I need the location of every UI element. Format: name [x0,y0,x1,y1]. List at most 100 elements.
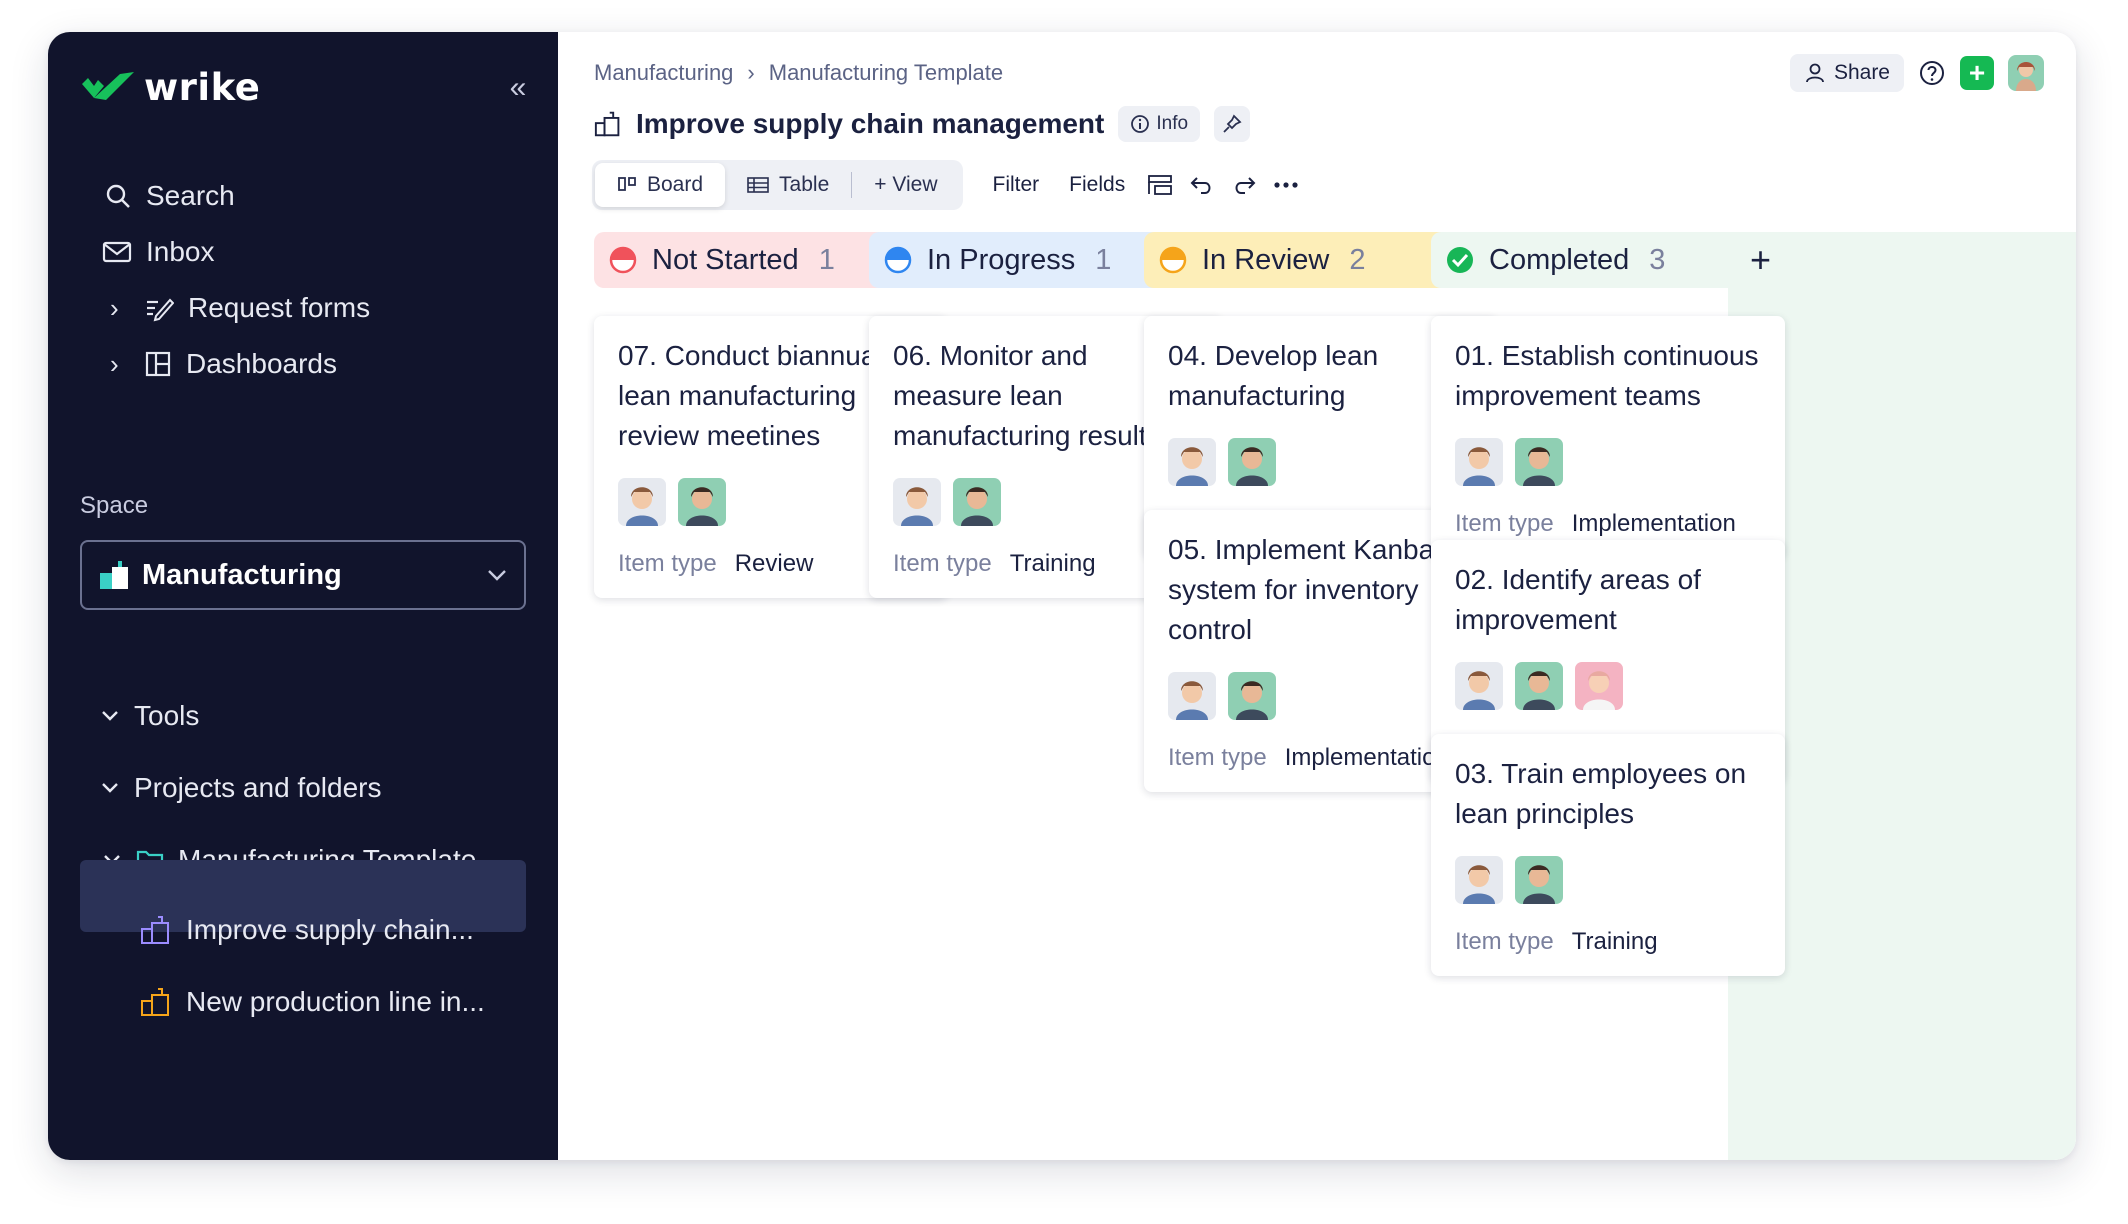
breadcrumb-item[interactable]: Manufacturing [594,60,733,86]
column-title: In Review [1202,243,1330,276]
assignee-avatar[interactable] [1455,438,1503,486]
breadcrumb-item[interactable]: Manufacturing Template [769,60,1003,86]
column-completed: Completed 3 +01. Establish continuous impr… [1431,232,1785,1132]
share-button[interactable]: Share [1789,54,1904,92]
app-window: wrike « Search Inbox › Request forms › D… [48,32,2076,1160]
group-icon[interactable] [1147,174,1173,196]
section-tools[interactable]: Tools [100,700,199,732]
collapse-sidebar-icon[interactable]: « [500,70,536,106]
tree-item-label: New production line in... [186,986,485,1017]
assignee-avatar[interactable] [1515,856,1563,904]
meta-key: Item type [893,550,992,577]
chevron-down-icon [102,711,118,721]
assignee-avatar[interactable] [1168,672,1216,720]
chevron-down-icon [102,783,118,793]
meta-value: Review [734,550,814,577]
assignee-avatar[interactable] [1515,662,1563,710]
assignee-avatar[interactable] [1515,438,1563,486]
task-title: 05. Implement Kanban system for inventor… [1168,534,1450,645]
project-icon [141,988,169,1016]
tab-label: + View [874,173,938,196]
help-icon[interactable] [1918,59,1946,87]
meta-key: Item type [1455,928,1554,955]
chevron-right-icon[interactable]: › [110,349,130,380]
status-icon [608,245,638,275]
info-label: Info [1156,113,1189,134]
assignee-avatar[interactable] [953,478,1001,526]
add-view-button[interactable]: + View [852,163,959,207]
section-projects-and-folders[interactable]: Projects and folders [100,772,381,804]
column-count: 3 [1649,243,1666,276]
info-icon [1131,115,1150,133]
assignee-avatar[interactable] [1168,438,1216,486]
sidebar-item-label: Dashboards [186,348,337,379]
wrike-check-icon [82,71,134,100]
task-card[interactable]: 01. Establish continuous improvement tea… [1431,316,1785,558]
pin-button[interactable] [1214,106,1251,142]
pin-icon [1223,114,1242,133]
assignees [1168,672,1474,720]
space-name: Manufacturing [142,558,342,591]
sidebar-item-label: Search [146,180,235,211]
brand-name: wrike [144,66,261,109]
meta-value: Implementation [1571,510,1736,537]
assignee-avatar[interactable] [893,478,941,526]
title-row: Improve supply chain management Info [594,106,1251,142]
breadcrumb: Manufacturing › Manufacturing Template [594,60,1003,86]
assignee-avatar[interactable] [1455,662,1503,710]
add-task-button[interactable]: + [1750,242,1771,278]
chevron-right-icon: › [747,60,755,85]
sidebar-item-inbox[interactable]: Inbox [102,236,215,268]
task-card[interactable]: 03. Train employees on lean principles It… [1431,734,1785,976]
redo-icon[interactable] [1231,174,1257,196]
tab-table[interactable]: Table [725,163,851,207]
space-selector[interactable]: Manufacturing [80,540,526,610]
share-label: Share [1833,61,1890,84]
assignee-avatar[interactable] [1455,856,1503,904]
assignee-avatar[interactable] [618,478,666,526]
sidebar-item-label: Inbox [146,236,215,267]
assignee-avatar[interactable] [1228,672,1276,720]
add-new-button[interactable]: + [1960,56,1994,90]
chevron-right-icon[interactable]: › [110,293,130,324]
table-icon [747,177,769,193]
page-title: Improve supply chain management [636,108,1105,139]
column-title: Not Started [652,243,799,276]
assignee-avatar[interactable] [1228,438,1276,486]
sidebar-item-search[interactable]: Search [104,180,235,212]
assignee-avatar[interactable] [678,478,726,526]
tab-label: Board [647,173,704,196]
tab-label: Table [779,173,830,196]
main-panel: Manufacturing › Manufacturing Template I… [558,32,2076,1160]
column-count: 1 [1095,243,1112,276]
status-icon [1158,245,1188,275]
meta-key: Item type [618,550,717,577]
sidebar-item-dashboards[interactable]: › Dashboards [110,348,337,380]
column-header[interactable]: Completed 3 + [1431,232,1785,288]
sidebar: wrike « Search Inbox › Request forms › D… [48,32,558,1160]
tree-item-improve-supply-chain[interactable]: Improve supply chain... [140,914,474,946]
assignees [1168,438,1474,486]
sidebar-item-request-forms[interactable]: › Request forms [110,292,370,324]
more-icon[interactable] [1273,174,1299,196]
space-label: Space [80,492,149,519]
column-count: 1 [818,243,835,276]
logo[interactable]: wrike [80,66,260,109]
tab-board[interactable]: Board [595,163,726,207]
status-icon [883,245,913,275]
meta-key: Item type [1168,744,1267,771]
column-title: In Progress [927,243,1076,276]
filter-button[interactable]: Filter [993,173,1040,197]
info-button[interactable]: Info [1118,106,1201,142]
fields-button[interactable]: Fields [1069,173,1125,197]
section-label: Projects and folders [134,772,382,803]
assignees [1455,662,1761,710]
assignee-avatar[interactable] [1575,662,1623,710]
undo-icon[interactable] [1189,174,1215,196]
view-switcher: Board Table + View [592,160,963,210]
tree-item-new-production-line[interactable]: New production line in... [140,986,485,1018]
header-actions: Share + [1789,54,2044,92]
avatar[interactable] [2008,55,2044,91]
task-meta: Item type Training [1455,928,1761,956]
form-icon [147,298,174,322]
